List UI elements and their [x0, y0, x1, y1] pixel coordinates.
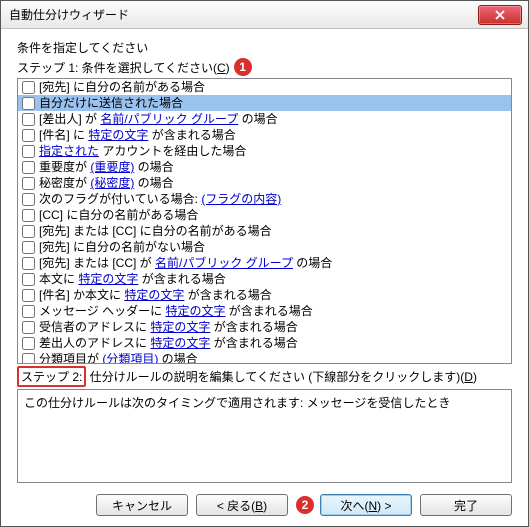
badge-2: 2: [296, 496, 314, 514]
condition-text: [CC] に自分の名前がある場合: [39, 207, 198, 223]
close-button[interactable]: [478, 5, 522, 25]
finish-button[interactable]: 完了: [420, 494, 512, 516]
condition-link[interactable]: 特定の文字: [88, 128, 148, 142]
condition-text: 指定された アカウントを経由した場合: [39, 143, 246, 159]
condition-link[interactable]: (重要度): [90, 160, 134, 174]
wizard-window: 自動仕分けウィザード 条件を指定してください ステップ 1: 条件を選択してくだ…: [0, 0, 529, 527]
condition-link[interactable]: 特定の文字: [150, 320, 210, 334]
condition-text: 分類項目が (分類項目) の場合: [39, 351, 198, 364]
close-icon: [495, 10, 505, 20]
condition-text: 秘密度が (秘密度) の場合: [39, 175, 174, 191]
condition-text: [宛先] に自分の名前がない場合: [39, 239, 205, 255]
rule-description-text: この仕分けルールは次のタイミングで適用されます: メッセージを受信したとき: [24, 396, 450, 410]
condition-checkbox[interactable]: [22, 321, 35, 334]
condition-link[interactable]: (フラグの内容): [201, 192, 281, 206]
condition-list[interactable]: [宛先] に自分の名前がある場合自分だけに送信された場合[差出人] が 名前/パ…: [17, 78, 512, 364]
condition-item[interactable]: 自分だけに送信された場合: [18, 95, 511, 111]
condition-checkbox[interactable]: [22, 81, 35, 94]
condition-link[interactable]: 特定の文字: [78, 272, 138, 286]
condition-text: [件名] に 特定の文字 が含まれる場合: [39, 127, 236, 143]
condition-checkbox[interactable]: [22, 145, 35, 158]
condition-checkbox[interactable]: [22, 257, 35, 270]
step1-label: ステップ 1: 条件を選択してください(C): [17, 59, 230, 76]
condition-checkbox[interactable]: [22, 209, 35, 222]
condition-text: [宛先] または [CC] に自分の名前がある場合: [39, 223, 272, 239]
condition-item[interactable]: 重要度が (重要度) の場合: [18, 159, 511, 175]
condition-checkbox[interactable]: [22, 161, 35, 174]
condition-checkbox[interactable]: [22, 113, 35, 126]
step1-line: ステップ 1: 条件を選択してください(C) 1: [17, 58, 512, 76]
condition-item[interactable]: [宛先] または [CC] に自分の名前がある場合: [18, 223, 511, 239]
step2-highlight-box: ステップ 2:: [17, 366, 86, 387]
next-button[interactable]: 次へ(N) >: [320, 494, 412, 516]
condition-text: 次のフラグが付いている場合: (フラグの内容): [39, 191, 281, 207]
condition-checkbox[interactable]: [22, 97, 35, 110]
condition-link[interactable]: (分類項目): [102, 352, 158, 364]
step2-line: ステップ 2: 仕分けルールの説明を編集してください (下線部分をクリックします…: [17, 364, 512, 387]
condition-checkbox[interactable]: [22, 353, 35, 365]
condition-item[interactable]: [宛先] または [CC] が 名前/パブリック グループ の場合: [18, 255, 511, 271]
condition-checkbox[interactable]: [22, 193, 35, 206]
condition-checkbox[interactable]: [22, 225, 35, 238]
condition-checkbox[interactable]: [22, 241, 35, 254]
condition-text: [宛先] に自分の名前がある場合: [39, 79, 205, 95]
condition-item[interactable]: 受信者のアドレスに 特定の文字 が含まれる場合: [18, 319, 511, 335]
condition-checkbox[interactable]: [22, 289, 35, 302]
condition-link[interactable]: 指定された: [39, 144, 99, 158]
condition-item[interactable]: [CC] に自分の名前がある場合: [18, 207, 511, 223]
button-row: キャンセル < 戻る(B) 2 次へ(N) > 完了: [17, 494, 512, 516]
condition-text: [差出人] が 名前/パブリック グループ の場合: [39, 111, 278, 127]
condition-text: メッセージ ヘッダーに 特定の文字 が含まれる場合: [39, 303, 313, 319]
next-button-wrap: 2 次へ(N) >: [296, 494, 412, 516]
content-area: 条件を指定してください ステップ 1: 条件を選択してください(C) 1 [宛先…: [1, 29, 528, 483]
condition-item[interactable]: 次のフラグが付いている場合: (フラグの内容): [18, 191, 511, 207]
titlebar: 自動仕分けウィザード: [1, 1, 528, 29]
condition-link[interactable]: 特定の文字: [165, 304, 225, 318]
condition-link[interactable]: 名前/パブリック グループ: [155, 256, 293, 270]
cancel-button[interactable]: キャンセル: [96, 494, 188, 516]
badge-1: 1: [234, 58, 252, 76]
condition-item[interactable]: [宛先] に自分の名前がない場合: [18, 239, 511, 255]
condition-item[interactable]: 指定された アカウントを経由した場合: [18, 143, 511, 159]
condition-item[interactable]: 本文に 特定の文字 が含まれる場合: [18, 271, 511, 287]
condition-checkbox[interactable]: [22, 337, 35, 350]
back-button[interactable]: < 戻る(B): [196, 494, 288, 516]
titlebar-title: 自動仕分けウィザード: [9, 6, 129, 23]
step2-rest: 仕分けルールの説明を編集してください (下線部分をクリックします)(D): [86, 370, 477, 384]
condition-item[interactable]: [件名] か本文に 特定の文字 が含まれる場合: [18, 287, 511, 303]
condition-checkbox[interactable]: [22, 177, 35, 190]
condition-item[interactable]: [宛先] に自分の名前がある場合: [18, 79, 511, 95]
condition-item[interactable]: [差出人] が 名前/パブリック グループ の場合: [18, 111, 511, 127]
condition-link[interactable]: 特定の文字: [150, 336, 210, 350]
step1-prompt: 条件を指定してください: [17, 39, 512, 56]
condition-text: 本文に 特定の文字 が含まれる場合: [39, 271, 226, 287]
condition-checkbox[interactable]: [22, 305, 35, 318]
rule-description-box[interactable]: この仕分けルールは次のタイミングで適用されます: メッセージを受信したとき: [17, 389, 512, 483]
condition-link[interactable]: 特定の文字: [124, 288, 184, 302]
condition-text: [件名] か本文に 特定の文字 が含まれる場合: [39, 287, 272, 303]
step2-boxed-text: ステップ 2:: [21, 370, 82, 384]
condition-checkbox[interactable]: [22, 273, 35, 286]
condition-text: 重要度が (重要度) の場合: [39, 159, 174, 175]
condition-text: [宛先] または [CC] が 名前/パブリック グループ の場合: [39, 255, 332, 271]
condition-text: 受信者のアドレスに 特定の文字 が含まれる場合: [39, 319, 298, 335]
condition-text: 差出人のアドレスに 特定の文字 が含まれる場合: [39, 335, 298, 351]
condition-item[interactable]: 分類項目が (分類項目) の場合: [18, 351, 511, 364]
condition-item[interactable]: 秘密度が (秘密度) の場合: [18, 175, 511, 191]
condition-link[interactable]: 名前/パブリック グループ: [100, 112, 238, 126]
condition-link[interactable]: (秘密度): [90, 176, 134, 190]
condition-item[interactable]: 差出人のアドレスに 特定の文字 が含まれる場合: [18, 335, 511, 351]
condition-item[interactable]: [件名] に 特定の文字 が含まれる場合: [18, 127, 511, 143]
condition-item[interactable]: メッセージ ヘッダーに 特定の文字 が含まれる場合: [18, 303, 511, 319]
condition-text: 自分だけに送信された場合: [39, 95, 183, 111]
condition-checkbox[interactable]: [22, 129, 35, 142]
